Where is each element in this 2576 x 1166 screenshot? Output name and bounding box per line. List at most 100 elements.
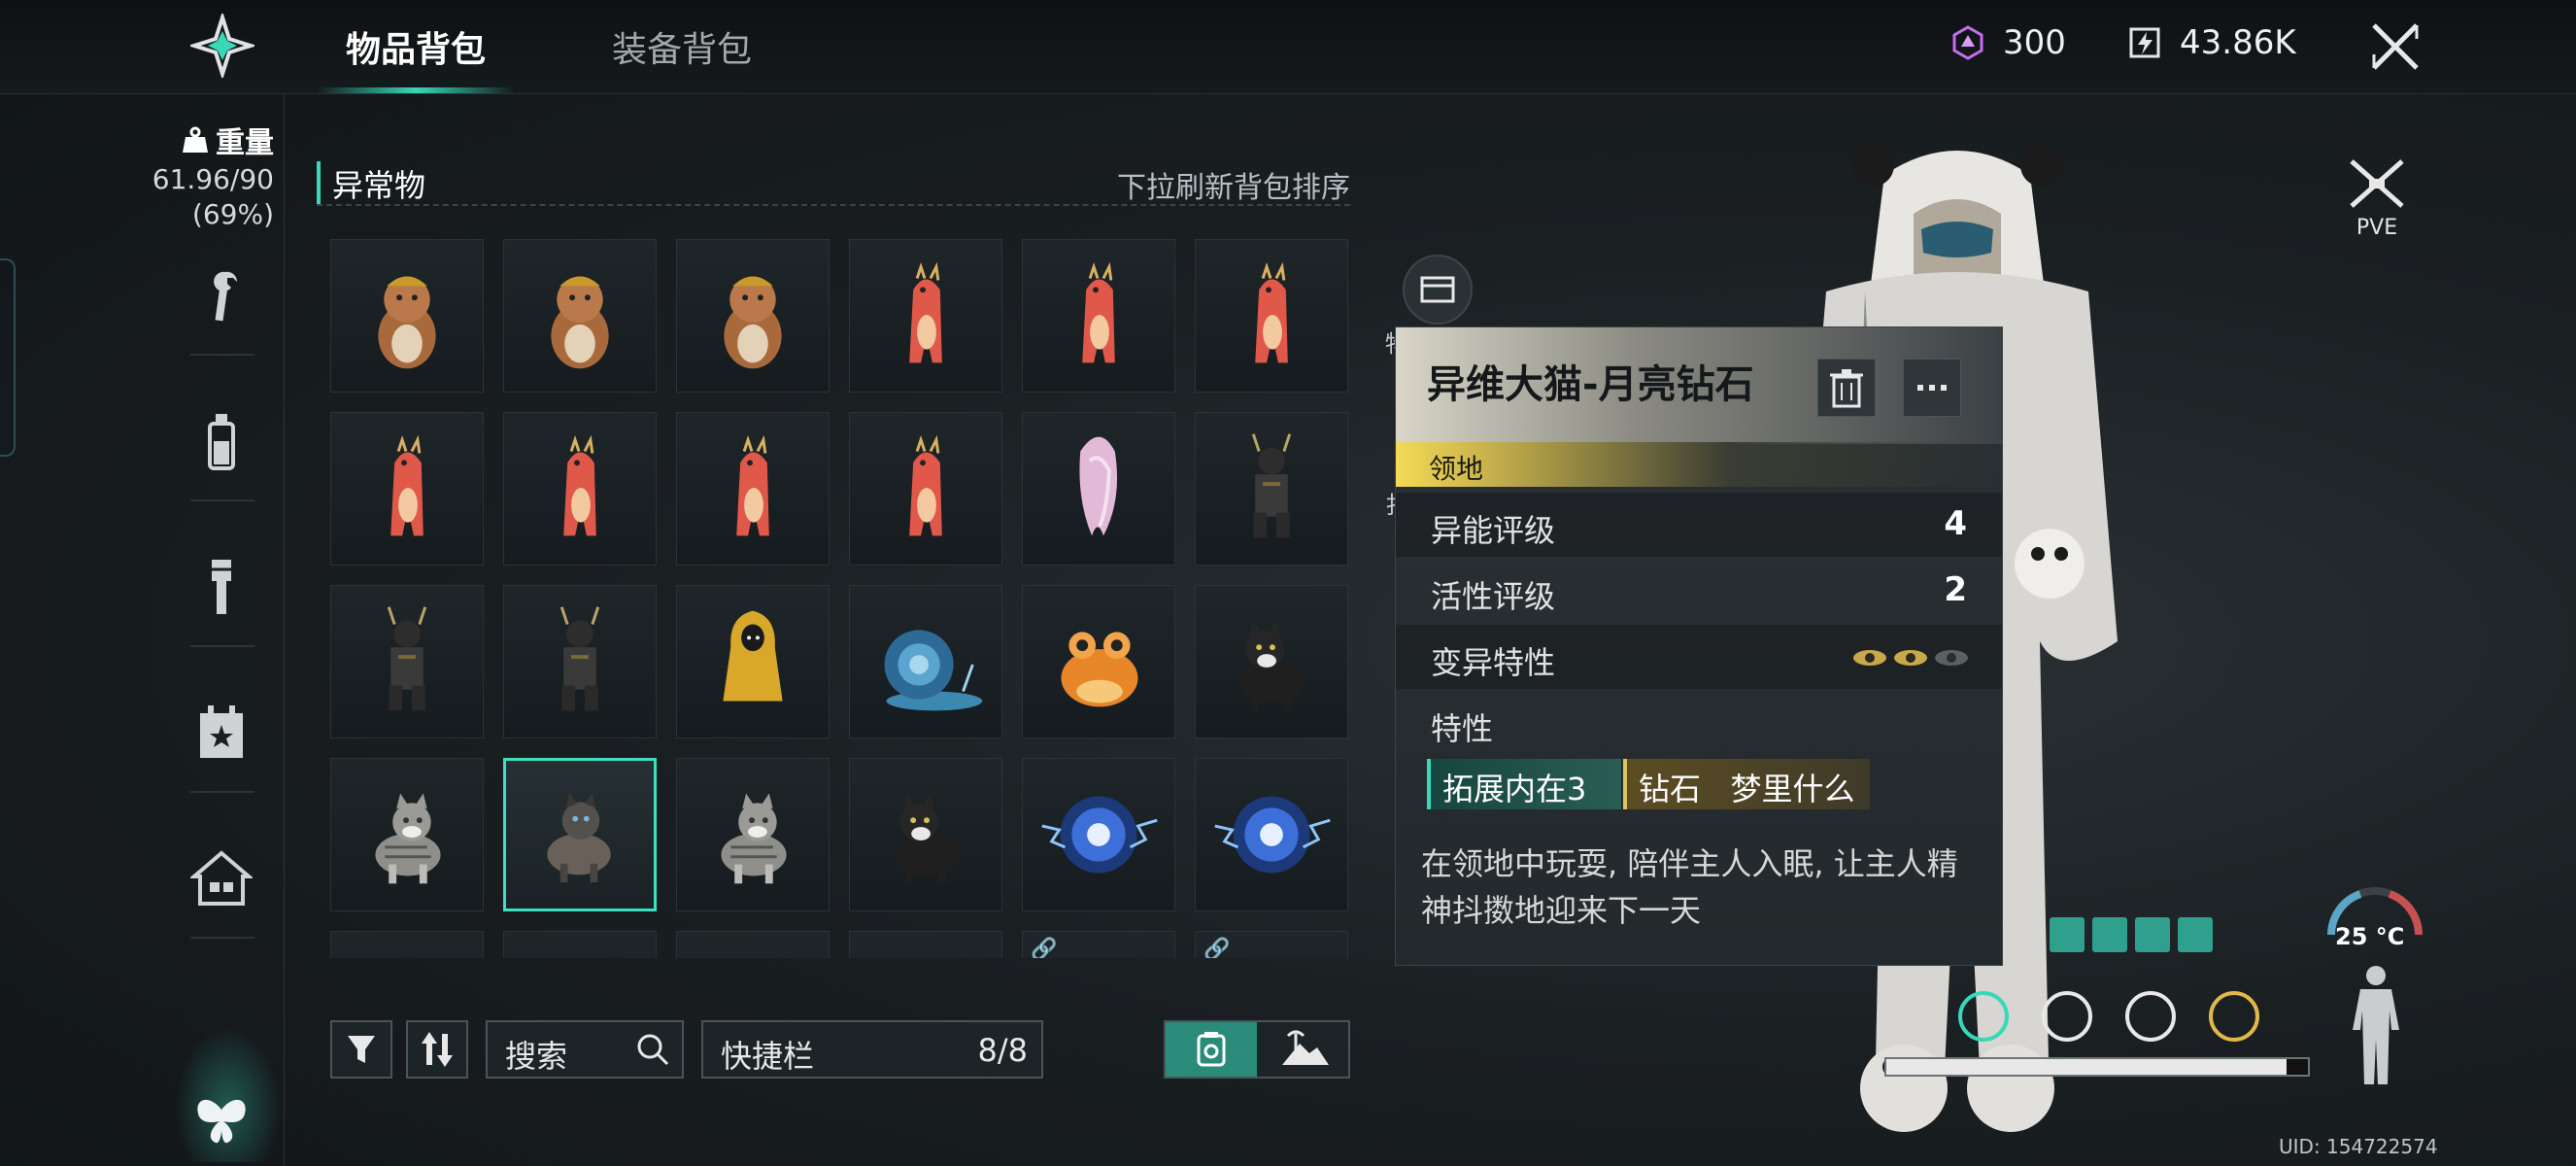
orange-frog-icon [1061,632,1138,707]
siamese-cat-icon [547,792,611,883]
blue-orb-icon [1214,796,1331,874]
inventory-slot[interactable] [676,239,830,393]
sidebar-divider [190,645,254,647]
inventory-slot[interactable] [330,758,484,911]
mode-indicator[interactable]: PVE [2343,155,2411,240]
view-toggle [1164,1020,1350,1079]
inventory-slot[interactable] [503,239,657,393]
item-tag-text: 领地 [1429,453,1484,485]
mutation-eye-icon [1894,650,1927,666]
inventory-slot[interactable] [1195,412,1348,566]
delete-button[interactable] [1817,359,1876,417]
yellow-raincoat-icon [723,610,783,702]
black-cat-icon [1239,620,1305,711]
inventory-slot[interactable] [330,239,484,393]
inventory-slot[interactable] [330,931,484,958]
trait-text: 钻石 梦里什么 [1639,771,1855,807]
item-type-badge[interactable] [1403,255,1473,325]
snail-icon [884,630,983,711]
partial-icon [504,932,656,958]
inventory-slot[interactable] [1022,758,1175,911]
item-tag: 领地 [1396,442,2002,487]
traits-label: 特性 [1431,710,1494,747]
temperature-value: 25 °C [2335,923,2405,950]
stat-row: 异能评级 4 [1396,493,2002,557]
muscle-icon [2092,917,2127,952]
inventory-slot[interactable] [1022,239,1175,393]
inventory-slot[interactable] [676,758,830,911]
wrench-icon[interactable] [190,264,253,326]
tab-equipment-bag[interactable]: 装备背包 [612,21,752,93]
inventory-slot[interactable] [330,412,484,566]
inventory-slot[interactable] [1195,239,1348,393]
inventory-slot[interactable] [1195,758,1348,911]
red-dragon-icon [1082,261,1115,363]
quickbar-button[interactable]: 快捷栏 8/8 [701,1020,1043,1079]
stamina-bar [1884,1057,2310,1077]
crossed-guns-icon [2350,159,2404,208]
trait-pill: 拓展内在3 [1427,759,1621,809]
inventory-slot[interactable] [676,931,830,958]
body-status-icon[interactable] [2345,962,2407,1088]
beaver-hat-icon [378,276,436,369]
inventory-slot[interactable] [503,758,657,911]
more-icon [1917,385,1947,391]
stat-label: 活性评级 [1431,578,1556,615]
top-bar: 物品背包 装备背包 300 43.86K [0,0,2576,94]
bag-icon [1197,1032,1226,1067]
partial-icon [677,932,829,958]
inventory-slot[interactable] [849,412,1002,566]
house-icon[interactable] [190,847,253,909]
quickbar-label: 快捷栏 [721,1038,815,1075]
inventory-slot[interactable] [1195,585,1348,738]
filter-button[interactable] [330,1020,392,1079]
island-icon [1282,1030,1329,1065]
inventory-slot[interactable] [676,412,830,566]
black-cat-icon [894,793,960,884]
filter-icon [348,1036,375,1063]
link-icon: 🔗 [1031,938,1058,958]
gem-currency[interactable]: 300 [1950,23,2066,62]
trait-text: 拓展内在3 [1442,771,1587,807]
torch-icon[interactable] [190,556,253,618]
inventory-slot[interactable]: 🔗 [1022,931,1175,958]
inventory-slot[interactable] [503,931,657,958]
inventory-slot[interactable] [849,931,1002,958]
butterfly-icon[interactable] [190,1090,253,1152]
tabby-cat-icon [375,793,441,884]
fire-icon [2178,917,2213,952]
bottle-icon[interactable] [190,410,253,472]
trash-icon [1830,369,1863,408]
energy-currency[interactable]: 43.86K [2127,23,2296,62]
side-drawer-handle[interactable] [0,258,16,457]
sidebar-divider [190,937,254,939]
view-toggle-island[interactable] [1259,1022,1348,1077]
inventory-slot[interactable] [503,412,657,566]
inventory-slot[interactable] [1022,585,1175,738]
blue-orb-icon [1041,796,1158,874]
inventory-slot[interactable] [330,585,484,738]
sort-button[interactable] [406,1020,468,1079]
sidebar-divider [190,791,254,793]
more-options-button[interactable] [1903,359,1961,417]
tab-item-bag[interactable]: 物品背包 [316,21,516,93]
close-icon[interactable] [2366,17,2424,76]
sidebar-divider [190,354,254,356]
weight-percent: (69%) [191,198,274,230]
samurai-icon [387,606,427,711]
view-toggle-bag[interactable] [1166,1022,1257,1077]
inventory-slot[interactable]: 🔗 [1195,931,1348,958]
inventory-slot[interactable] [849,585,1002,738]
search-input[interactable]: 搜索 [486,1020,684,1079]
mutation-eye-icon [1935,650,1968,666]
red-dragon-icon [909,261,942,363]
inventory-slot[interactable] [1022,412,1175,566]
samurai-icon [1251,433,1292,538]
partial-icon [850,932,1001,958]
red-dragon-icon [390,434,424,536]
inventory-slot[interactable] [849,758,1002,911]
inventory-slot[interactable] [849,239,1002,393]
calendar-star-icon[interactable] [190,702,253,764]
inventory-slot[interactable] [503,585,657,738]
inventory-slot[interactable] [676,585,830,738]
